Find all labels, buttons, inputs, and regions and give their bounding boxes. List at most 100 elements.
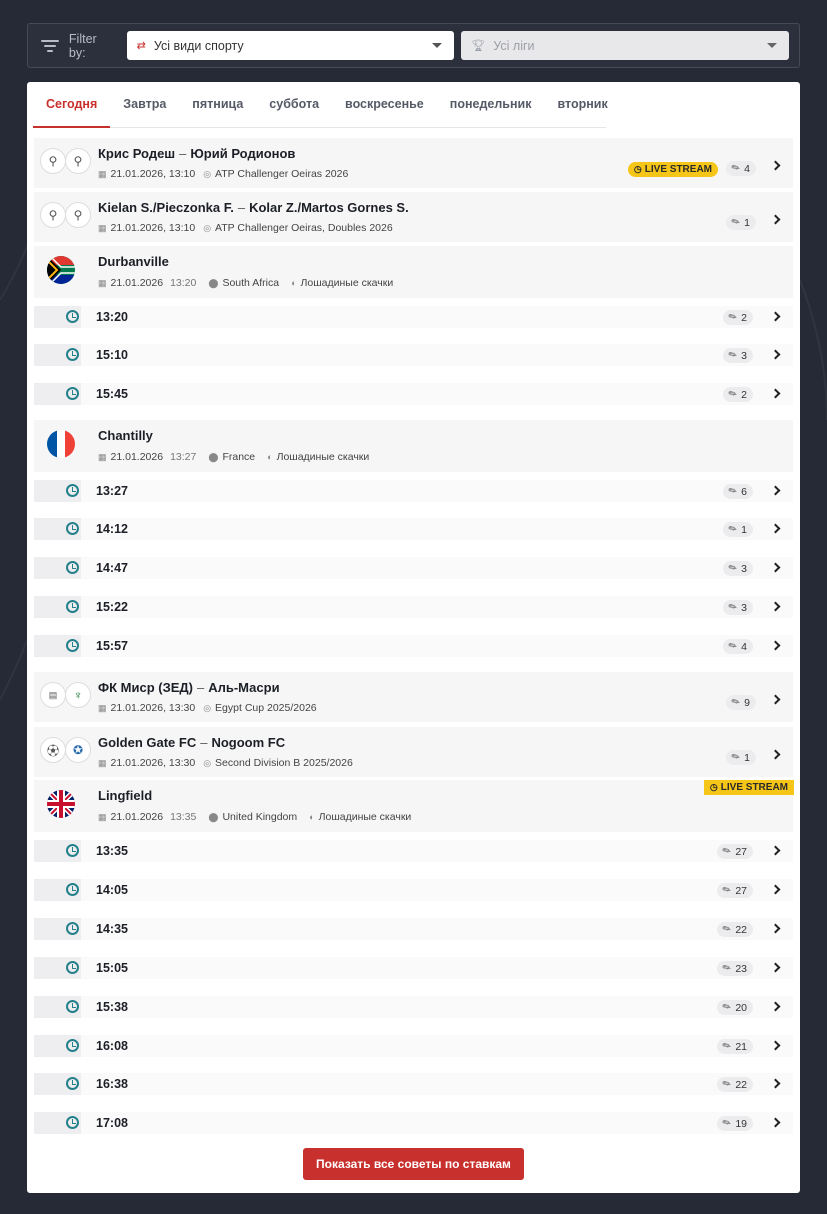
chevron-right-icon[interactable] (770, 845, 781, 856)
match-league: ATP Challenger Oeiras 2026 (215, 168, 349, 180)
venue-time: 13:20 (170, 277, 197, 289)
match-date: 21.01.2026, 13:30 (110, 702, 196, 714)
chevron-right-icon[interactable] (770, 601, 781, 612)
league-icon: ◎ (203, 702, 212, 713)
show-all-tips-button[interactable]: Показать все советы по ставкам (303, 1148, 524, 1180)
chevron-right-icon[interactable] (770, 884, 781, 895)
chevron-right-icon[interactable] (770, 1040, 781, 1051)
chevron-right-icon[interactable] (770, 160, 781, 171)
race-time: 13:27 (96, 484, 128, 498)
race-row[interactable]: 14:12 ✎ 1 (34, 518, 793, 540)
racket-icon: ⚲ (65, 202, 91, 228)
match-row[interactable]: ⚲ ⚲ Крис Родеш – Юрий Родионов ▦ 21.01.2026… (34, 138, 793, 188)
tips-count-badge: ✎ 22 (716, 1077, 753, 1092)
venue-name: Durbanville (98, 254, 169, 269)
location-icon: ⬤ (208, 811, 219, 822)
race-row[interactable]: 14:47 ✎ 3 (34, 557, 793, 579)
chevron-right-icon[interactable] (770, 1001, 781, 1012)
team-away: Nogoom FC (211, 735, 286, 750)
chevron-right-icon[interactable] (770, 523, 781, 534)
tips-count-badge: ✎ 1 (725, 750, 756, 765)
tips-count: 3 (741, 562, 747, 575)
tips-count-badge: ✎ 4 (722, 639, 753, 654)
match-row[interactable]: ⚲ ⚲ Kielan S./Pieczonka F. – Kolar Z./Mart… (34, 192, 793, 242)
venue-meta: ▦ 21.01.2026 13:27 ⬤ France ◐ Лошадиные скач… (98, 451, 369, 463)
chevron-right-icon[interactable] (770, 640, 781, 651)
match-title: Крис Родеш – Юрий Родионов (98, 146, 295, 161)
live-stream-badge[interactable]: ◷ LIVE STREAM (627, 162, 718, 177)
separator: – (200, 735, 208, 750)
race-row[interactable]: 15:05 ✎ 23 (34, 957, 793, 979)
league-icon: ◎ (203, 222, 212, 233)
calendar-icon: ▦ (98, 811, 107, 822)
clock-icon (66, 561, 79, 574)
race-row[interactable]: 15:45 ✎ 2 (34, 383, 793, 405)
live-label: LIVE STREAM (720, 782, 788, 793)
race-row[interactable]: 14:05 ✎ 27 (34, 879, 793, 901)
tab-tuesday[interactable]: вторник (544, 82, 620, 128)
race-row[interactable]: 16:38 ✎ 22 (34, 1073, 793, 1095)
race-row[interactable]: 13:27 ✎ 6 (34, 480, 793, 502)
race-row[interactable]: 15:10 ✎ 3 (34, 344, 793, 366)
race-row[interactable]: 16:08 ✎ 21 (34, 1035, 793, 1057)
match-title: ФК Миср (ЗЕД) – Аль-Масри (98, 680, 280, 695)
match-row[interactable]: ▤ ♆ ФК Миср (ЗЕД) – Аль-Масри ▦ 21.01.2026,… (34, 672, 793, 722)
chevron-right-icon[interactable] (770, 562, 781, 573)
calendar-icon: ▦ (98, 222, 107, 233)
race-row[interactable]: 15:22 ✎ 3 (34, 596, 793, 618)
race-row[interactable]: 15:38 ✎ 20 (34, 996, 793, 1018)
pin-icon: ✎ (729, 215, 743, 230)
match-row[interactable]: ⚽︎ ✪ Golden Gate FC – Nogoom FC ▦ 21.01.202… (34, 727, 793, 777)
pin-icon: ✎ (726, 639, 740, 654)
sport-select[interactable]: ⇄ Усі види спорту (126, 31, 455, 60)
chevron-right-icon[interactable] (770, 485, 781, 496)
tab-tomorrow[interactable]: Завтра (110, 82, 179, 128)
match-date: 21.01.2026, 13:30 (110, 757, 196, 769)
match-league: Egypt Cup 2025/2026 (215, 702, 317, 714)
race-time: 15:57 (96, 639, 128, 653)
pin-icon: ✎ (729, 695, 743, 710)
race-row[interactable]: 13:20 ✎ 2 (34, 306, 793, 328)
chevron-right-icon[interactable] (770, 694, 781, 705)
clock-box (34, 996, 81, 1018)
chevron-right-icon[interactable] (770, 749, 781, 760)
venue-time: 13:27 (170, 451, 197, 463)
chevron-right-icon[interactable] (770, 349, 781, 360)
match-league: Second Division B 2025/2026 (215, 757, 353, 769)
tab-monday[interactable]: понедельник (437, 82, 545, 128)
pin-icon: ✎ (720, 1116, 734, 1131)
league-select[interactable]: 🏆︎ Усі ліги (461, 31, 789, 60)
race-row[interactable]: 14:35 ✎ 22 (34, 918, 793, 940)
race-row[interactable]: 17:08 ✎ 19 (34, 1112, 793, 1134)
chevron-right-icon[interactable] (770, 388, 781, 399)
chevron-right-icon[interactable] (770, 962, 781, 973)
pin-icon: ✎ (720, 961, 734, 976)
race-row[interactable]: 15:57 ✎ 4 (34, 635, 793, 657)
chevron-right-icon[interactable] (770, 1117, 781, 1128)
tips-count-badge: ✎ 20 (716, 1000, 753, 1015)
venue-country: South Africa (222, 277, 280, 289)
tab-friday[interactable]: пятница (179, 82, 256, 128)
race-row[interactable]: 13:35 ✎ 27 (34, 840, 793, 862)
tips-count: 9 (744, 696, 750, 709)
tab-saturday[interactable]: суббота (256, 82, 332, 128)
chevron-down-icon (767, 43, 777, 48)
tab-today[interactable]: Сегодня (33, 82, 111, 128)
chevron-right-icon[interactable] (770, 923, 781, 934)
clock-icon (66, 1000, 79, 1013)
filter-icon (41, 39, 59, 53)
chevron-right-icon[interactable] (770, 1078, 781, 1089)
race-time: 14:12 (96, 522, 128, 536)
venue-date: 21.01.2026 (110, 811, 164, 823)
pin-icon: ✎ (720, 883, 734, 898)
team-logos: ⚲ ⚲ (40, 202, 92, 228)
live-stream-badge[interactable]: ◷ LIVE STREAM (703, 780, 794, 795)
tips-count: 22 (735, 1078, 747, 1091)
racket-icon: ⚲ (40, 148, 66, 174)
tab-sunday[interactable]: воскресенье (332, 82, 437, 128)
chevron-right-icon[interactable] (770, 311, 781, 322)
sport-icon: ⇄ (136, 40, 146, 52)
venue-meta: ▦ 21.01.2026 13:20 ⬤ South Africa ◐ Лошадины… (98, 277, 393, 289)
chevron-right-icon[interactable] (770, 214, 781, 225)
pin-icon: ✎ (729, 750, 743, 765)
